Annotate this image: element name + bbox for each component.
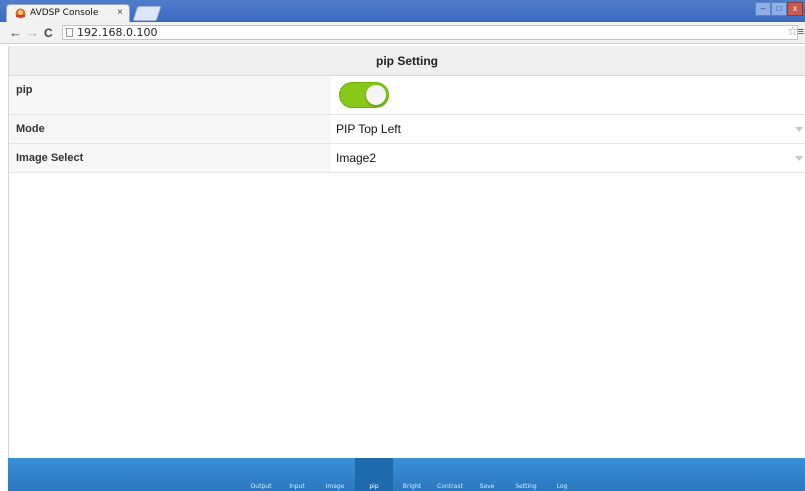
forward-button[interactable]: →	[26, 25, 39, 40]
nav-setting[interactable]: Setting	[510, 458, 542, 491]
page-icon	[66, 28, 73, 37]
nav-pip[interactable]: pip	[355, 458, 393, 491]
image-select-value[interactable]: Image2	[336, 144, 376, 173]
pip-label: pip	[9, 76, 331, 114]
chevron-down-icon[interactable]	[795, 127, 803, 132]
nav-bright[interactable]: Bright	[399, 458, 425, 491]
window-close-button[interactable]: x	[787, 2, 803, 16]
tab-close-icon[interactable]: ×	[117, 7, 123, 18]
mode-select-value[interactable]: PIP Top Left	[336, 115, 401, 144]
browser-tab[interactable]: AVDSP Console ×	[6, 4, 130, 22]
url-bar[interactable]: 192.168.0.100 ☆	[62, 24, 798, 40]
mode-label: Mode	[9, 115, 331, 143]
back-button[interactable]: ←	[9, 25, 22, 40]
app-content: pip Setting pip Mode PIP Top Left Image …	[8, 46, 805, 491]
browser-titlebar: AVDSP Console × – □ x	[0, 0, 805, 22]
reload-button[interactable]: C	[44, 26, 53, 40]
image-select-label: Image Select	[9, 144, 331, 172]
nav-output[interactable]: Output	[246, 458, 276, 491]
url-text: 192.168.0.100	[77, 26, 158, 39]
toggle-knob	[366, 85, 386, 105]
minimize-button[interactable]: –	[755, 2, 771, 16]
tab-title: AVDSP Console	[30, 8, 99, 18]
menu-icon[interactable]: ≡	[798, 26, 804, 38]
pip-toggle[interactable]	[339, 82, 389, 108]
bottom-nav: Output Input Image pip Bright Contrast S…	[8, 458, 805, 491]
nav-image[interactable]: Image	[322, 458, 348, 491]
avdsp-logo-icon	[15, 8, 26, 19]
maximize-button[interactable]: □	[771, 2, 787, 16]
nav-save[interactable]: Save	[476, 458, 498, 491]
address-toolbar: ← → C 192.168.0.100 ☆ ≡	[0, 22, 805, 44]
nav-contrast[interactable]: Contrast	[433, 458, 467, 491]
pip-row: pip	[9, 76, 805, 115]
new-tab-button[interactable]	[132, 6, 162, 21]
chevron-down-icon[interactable]	[795, 156, 803, 161]
star-icon[interactable]: ☆	[787, 24, 798, 38]
page-title: pip Setting	[9, 46, 805, 76]
nav-input[interactable]: Input	[286, 458, 308, 491]
nav-log[interactable]: Log	[553, 458, 571, 491]
mode-row[interactable]: Mode PIP Top Left	[9, 115, 805, 144]
image-select-row[interactable]: Image Select Image2	[9, 144, 805, 173]
